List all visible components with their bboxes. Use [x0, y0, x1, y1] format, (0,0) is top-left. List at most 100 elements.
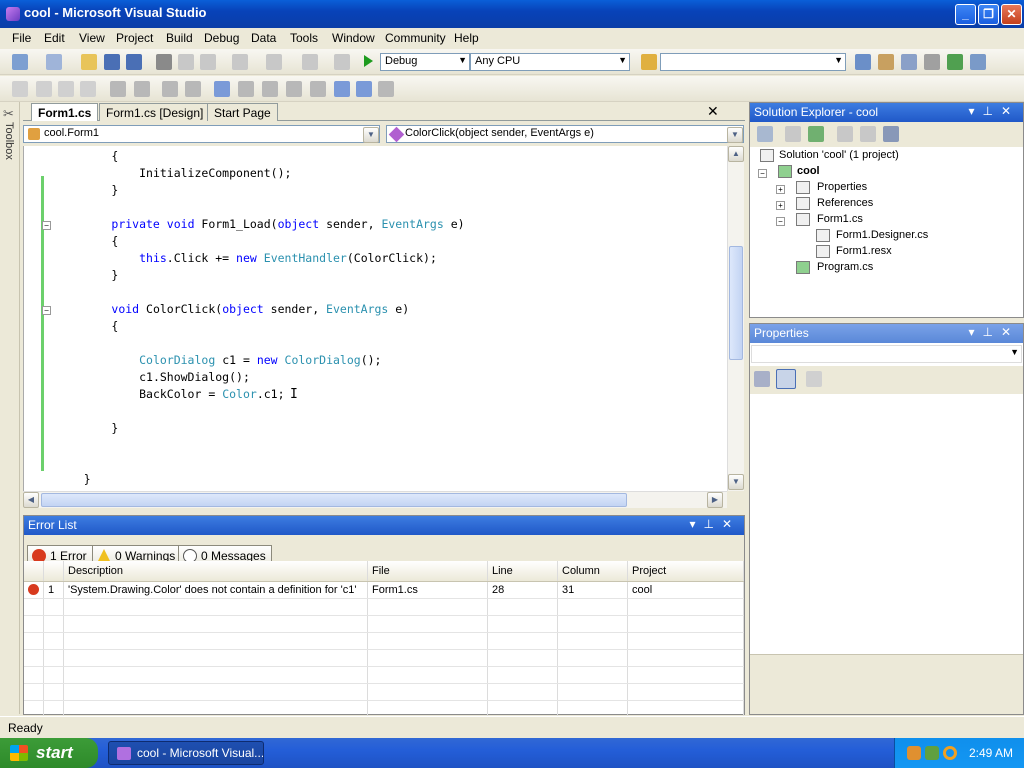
- next-bookmark-in-document-icon[interactable]: [356, 81, 372, 97]
- copy-icon[interactable]: [178, 54, 194, 70]
- alphabetical-icon[interactable]: [776, 369, 796, 389]
- horizontal-scroll-thumb[interactable]: [41, 493, 627, 507]
- tab-form1-design[interactable]: Form1.cs [Design]: [99, 103, 211, 121]
- menu-view[interactable]: View: [79, 31, 105, 45]
- start-page-icon[interactable]: [947, 54, 963, 70]
- tree-item-references[interactable]: References: [817, 197, 873, 209]
- tree-item-form1[interactable]: Form1.cs: [817, 213, 863, 225]
- menu-tools[interactable]: Tools: [290, 31, 318, 45]
- properties-window-icon[interactable]: [878, 54, 894, 70]
- panel-buttons[interactable]: ▾⊥✕: [968, 104, 1019, 118]
- object-browser-icon[interactable]: [901, 54, 917, 70]
- column-header-project[interactable]: Project: [627, 561, 744, 582]
- comment-out-icon[interactable]: [162, 81, 178, 97]
- command-window-icon[interactable]: [970, 54, 986, 70]
- collapse-form1-load-icon[interactable]: −: [42, 221, 51, 230]
- minimize-button[interactable]: _: [955, 4, 976, 25]
- property-pages-icon[interactable]: [806, 371, 822, 387]
- previous-bookmark-icon[interactable]: [238, 81, 254, 97]
- add-project-icon[interactable]: [12, 54, 28, 70]
- toolbox-tab[interactable]: Toolbox: [3, 122, 15, 160]
- properties-object-select[interactable]: ▼: [751, 345, 1022, 363]
- expand-icon[interactable]: +: [776, 185, 785, 194]
- tree-item-form1-designer[interactable]: Form1.Designer.cs: [836, 229, 928, 241]
- cut-icon[interactable]: [156, 54, 172, 70]
- configuration-select[interactable]: Debug ▼: [380, 53, 470, 71]
- tree-item-project[interactable]: cool: [797, 165, 820, 177]
- collapse-icon[interactable]: −: [758, 169, 767, 178]
- categorized-icon[interactable]: [754, 371, 770, 387]
- previous-bookmark-in-document-icon[interactable]: [334, 81, 350, 97]
- navigate-forward-icon[interactable]: [334, 54, 350, 70]
- menu-window[interactable]: Window: [332, 31, 375, 45]
- column-header-icon[interactable]: [24, 561, 44, 582]
- parameter-info-icon[interactable]: [36, 81, 52, 97]
- navigate-backward-icon[interactable]: [302, 54, 318, 70]
- paste-icon[interactable]: [200, 54, 216, 70]
- taskbar-item-visual-studio[interactable]: cool - Microsoft Visual...: [108, 741, 264, 765]
- tray-network-icon[interactable]: [925, 746, 939, 760]
- toggle-bookmark-icon[interactable]: [214, 81, 230, 97]
- menu-help[interactable]: Help: [454, 31, 479, 45]
- column-header-description[interactable]: Description: [63, 561, 368, 582]
- view-code-icon[interactable]: [837, 126, 853, 142]
- column-header-number[interactable]: [43, 561, 64, 582]
- find-combo[interactable]: ▼: [660, 53, 846, 71]
- menu-project[interactable]: Project: [116, 31, 153, 45]
- tab-start-page[interactable]: Start Page: [207, 103, 278, 121]
- panel-buttons[interactable]: ▾⊥✕: [689, 517, 740, 531]
- member-combo[interactable]: ColorClick(object sender, EventArgs e): [386, 125, 744, 143]
- uncomment-icon[interactable]: [185, 81, 201, 97]
- tree-item-solution[interactable]: Solution 'cool' (1 project): [779, 149, 899, 161]
- panel-buttons[interactable]: ▾⊥✕: [968, 325, 1019, 339]
- member-combo-chevron-icon[interactable]: ▼: [727, 127, 743, 143]
- increase-indent-icon[interactable]: [134, 81, 150, 97]
- save-all-icon[interactable]: [126, 54, 142, 70]
- clear-bookmarks-icon[interactable]: [378, 81, 394, 97]
- start-debugging-icon[interactable]: [364, 55, 373, 67]
- menu-debug[interactable]: Debug: [204, 31, 239, 45]
- next-bookmark-icon[interactable]: [262, 81, 278, 97]
- toolbox-icon[interactable]: [924, 54, 940, 70]
- column-header-file[interactable]: File: [367, 561, 488, 582]
- platform-select[interactable]: Any CPU ▼: [470, 53, 630, 71]
- menu-community[interactable]: Community: [385, 31, 446, 45]
- properties-icon[interactable]: [757, 126, 773, 142]
- horizontal-scrollbar[interactable]: ◀ ▶: [23, 491, 727, 508]
- show-all-files-icon[interactable]: [785, 126, 801, 142]
- collapse-colorclick-icon[interactable]: −: [42, 306, 51, 315]
- class-combo-chevron-icon[interactable]: ▼: [363, 127, 379, 143]
- scroll-right-icon[interactable]: ▶: [707, 492, 723, 508]
- start-button[interactable]: start: [0, 738, 98, 768]
- menu-build[interactable]: Build: [166, 31, 193, 45]
- add-item-icon[interactable]: [46, 54, 62, 70]
- maximize-button[interactable]: ❐: [978, 4, 999, 25]
- tray-app-icon[interactable]: [907, 746, 921, 760]
- column-header-column[interactable]: Column: [557, 561, 628, 582]
- expand-icon[interactable]: +: [776, 201, 785, 210]
- menu-file[interactable]: File: [12, 31, 31, 45]
- menu-data[interactable]: Data: [251, 31, 276, 45]
- vertical-scrollbar[interactable]: ▲ ▼: [727, 146, 744, 491]
- word-completion-icon[interactable]: [80, 81, 96, 97]
- scroll-down-icon[interactable]: ▼: [728, 474, 744, 490]
- view-class-diagram-icon[interactable]: [883, 126, 899, 142]
- find-in-files-icon[interactable]: [641, 54, 657, 70]
- save-icon[interactable]: [104, 54, 120, 70]
- table-row[interactable]: 1 'System.Drawing.Color' does not contai…: [24, 581, 744, 599]
- code-editor[interactable]: − − { InitializeComponent(); } private v…: [23, 146, 727, 491]
- open-file-icon[interactable]: [81, 54, 97, 70]
- tab-form1-cs[interactable]: Form1.cs: [31, 103, 99, 121]
- previous-bookmark-in-folder-icon[interactable]: [286, 81, 302, 97]
- view-designer-icon[interactable]: [860, 126, 876, 142]
- display-object-member-list-icon[interactable]: [12, 81, 28, 97]
- tray-search-icon[interactable]: [943, 746, 957, 760]
- decrease-indent-icon[interactable]: [110, 81, 126, 97]
- scroll-left-icon[interactable]: ◀: [23, 492, 39, 508]
- close-button[interactable]: ✕: [1001, 4, 1022, 25]
- vertical-scroll-thumb[interactable]: [729, 246, 743, 360]
- tree-item-properties[interactable]: Properties: [817, 181, 867, 193]
- scroll-up-icon[interactable]: ▲: [728, 146, 744, 162]
- toolbox-strip[interactable]: [0, 102, 20, 714]
- tree-item-program[interactable]: Program.cs: [817, 261, 873, 273]
